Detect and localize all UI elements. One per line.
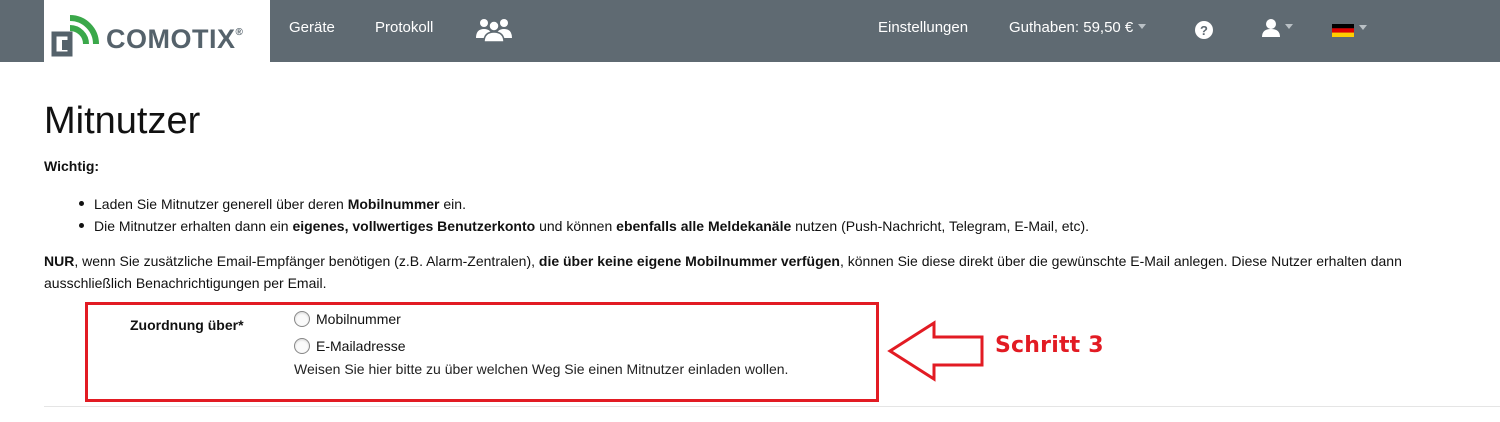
page-title: Mitnutzer xyxy=(44,100,201,142)
logo-signal-icon xyxy=(51,15,99,57)
nav-settings-link[interactable]: Einstellungen xyxy=(878,19,968,36)
users-group-icon[interactable] xyxy=(474,16,514,42)
question-circle-icon[interactable]: ? xyxy=(1194,20,1214,40)
svg-text:?: ? xyxy=(1200,23,1208,38)
nav-log-link[interactable]: Protokoll xyxy=(375,19,433,36)
german-flag-icon xyxy=(1332,24,1354,37)
nav-devices-link[interactable]: Geräte xyxy=(289,19,335,36)
top-navbar: COMOTIX® Geräte Protokoll Einstellungen … xyxy=(0,0,1500,62)
chevron-down-icon xyxy=(1359,25,1367,31)
language-dropdown[interactable] xyxy=(1332,24,1367,42)
email-recipient-info: NUR, wenn Sie zusätzliche Email-Empfänge… xyxy=(44,253,1402,291)
user-icon xyxy=(1262,19,1280,37)
nav-balance-dropdown[interactable]: Guthaben: 59,50 € xyxy=(1009,19,1147,36)
important-label: Wichtig: xyxy=(44,158,100,174)
list-item: Die Mitnutzer erhalten dann ein eigenes,… xyxy=(44,215,1089,237)
info-bullet-list: Laden Sie Mitnutzer generell über deren … xyxy=(44,193,1089,237)
brand-logo[interactable]: COMOTIX® xyxy=(44,0,270,62)
annotation-step-label: Schritt 3 xyxy=(995,333,1104,358)
chevron-down-icon xyxy=(1138,23,1147,29)
divider xyxy=(44,406,1500,407)
list-item: Laden Sie Mitnutzer generell über deren … xyxy=(44,193,1089,215)
chevron-down-icon xyxy=(1285,24,1293,30)
logo-wordmark: COMOTIX® xyxy=(106,24,244,54)
user-menu-dropdown[interactable] xyxy=(1262,19,1293,44)
annotation-highlight-box xyxy=(85,302,879,402)
annotation-arrow-icon xyxy=(887,320,984,382)
